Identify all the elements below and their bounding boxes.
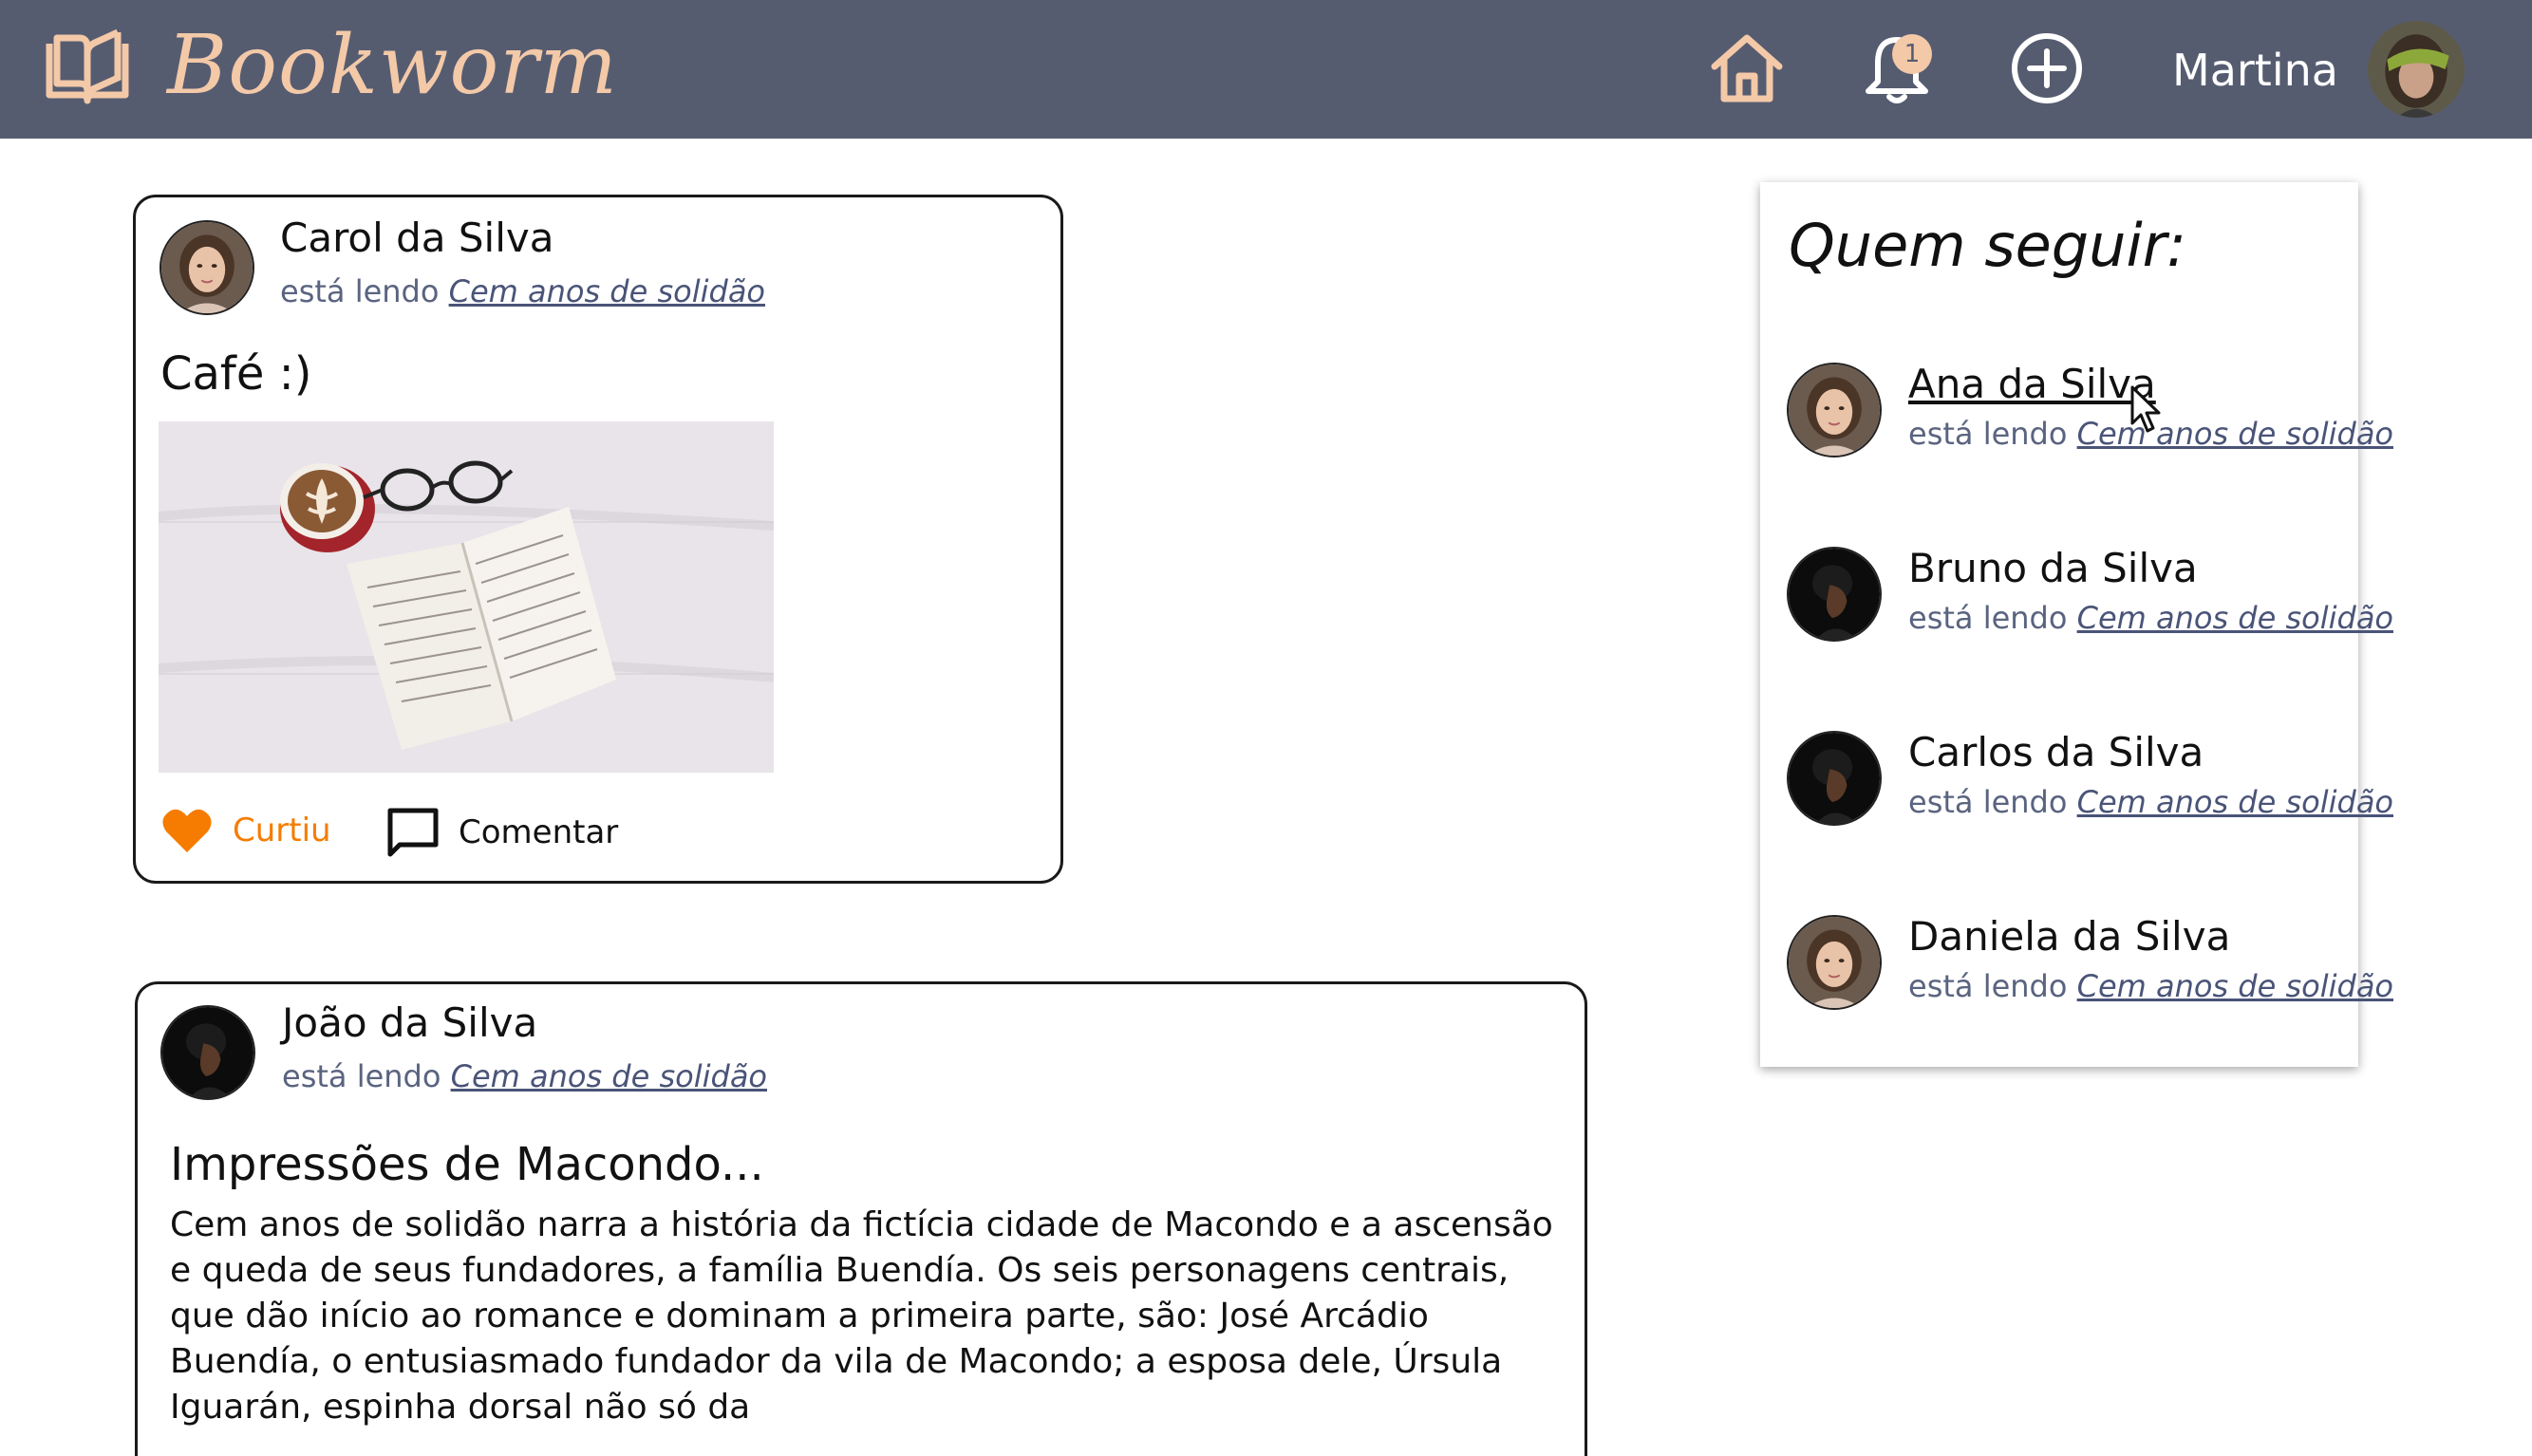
comment-button[interactable]: Comentar [386,807,618,858]
avatar[interactable] [1787,731,1882,826]
who-to-follow-panel: Quem seguir: Ana da Silva está lendo Cem… [1760,182,2393,1067]
list-item: Daniela da Silva está lendo Cem anos de … [1787,913,2393,1019]
reading-prefix: está lendo [280,273,440,309]
post-body: Cem anos de solidão narra a história da … [170,1205,1553,1427]
book-link[interactable]: Cem anos de solidão [449,273,765,309]
list-item: Carlos da Silva está lendo Cem anos de s… [1787,729,2393,835]
reading-prefix: está lendo [1908,416,2068,452]
avatar[interactable] [1787,363,1882,457]
like-button[interactable]: Curtiu [160,807,331,854]
book-link[interactable]: Cem anos de solidão [2077,784,2393,820]
comment-label: Comentar [459,813,619,851]
heart-icon [162,809,212,852]
reading-prefix: está lendo [1908,600,2068,636]
reading-status: está lendo Cem anos de solidão [280,273,765,309]
mouse-pointer-icon [2130,385,2161,433]
current-user-name[interactable]: Martina [2172,42,2338,99]
avatar[interactable] [160,1005,255,1100]
reading-status: está lendo Cem anos de solidão [282,1058,767,1094]
reading-prefix: está lendo [1908,784,2068,820]
book-link[interactable]: Cem anos de solidão [2077,600,2393,636]
reading-prefix: está lendo [1908,968,2068,1004]
book-link[interactable]: Cem anos de solidão [451,1058,767,1094]
user-name-link[interactable]: Carlos da Silva [1908,729,2204,775]
reading-status: está lendo Cem anos de solidão [1908,784,2393,820]
plus-circle-icon[interactable] [2007,28,2087,108]
post-author-name[interactable]: Carol da Silva [280,215,553,261]
list-item: Bruno da Silva está lendo Cem anos de so… [1787,545,2393,651]
notification-badge: 1 [1892,34,1932,74]
book-link[interactable]: Cem anos de solidão [2077,416,2393,452]
like-label: Curtiu [233,812,331,849]
comment-icon [387,808,439,857]
user-name-link[interactable]: Daniela da Silva [1908,913,2230,960]
reading-status: está lendo Cem anos de solidão [1908,600,2393,636]
reading-status: está lendo Cem anos de solidão [1908,968,2393,1004]
post-title: Café :) [160,347,312,401]
list-item: Ana da Silva está lendo Cem anos de soli… [1787,361,2393,467]
user-name-link[interactable]: Bruno da Silva [1908,545,2198,591]
top-navigation-bar: Bookworm 1 Martina [0,0,2532,139]
panel-title: Quem seguir: [1789,211,2187,280]
post-title: Impressões de Macondo... [170,1138,764,1191]
user-name-link[interactable]: Ana da Silva [1908,361,2156,407]
post-author-name[interactable]: João da Silva [282,999,537,1046]
reading-prefix: está lendo [282,1058,441,1094]
post-card: Carol da Silva está lendo Cem anos de so… [133,195,1063,884]
home-icon[interactable] [1707,28,1787,108]
avatar[interactable] [159,220,254,315]
app-logo-text[interactable]: Bookworm [167,13,618,118]
avatar[interactable] [1787,915,1882,1010]
avatar[interactable] [2368,21,2465,118]
book-link[interactable]: Cem anos de solidão [2077,968,2393,1004]
coffee-glasses-book-photo [159,421,774,773]
open-book-icon[interactable] [44,28,131,104]
avatar[interactable] [1787,547,1882,642]
post-card: João da Silva está lendo Cem anos de sol… [135,981,1587,1456]
